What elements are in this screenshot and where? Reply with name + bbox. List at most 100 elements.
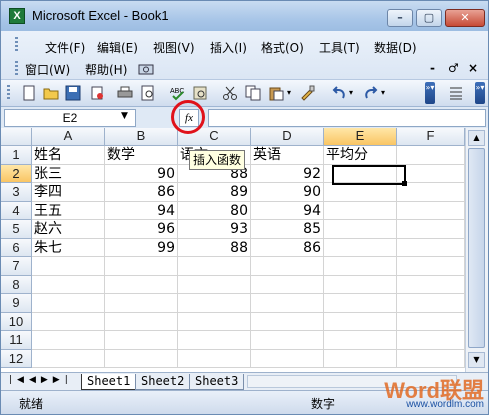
scroll-up-arrow[interactable]: ▲ bbox=[468, 130, 485, 146]
cell-B7[interactable] bbox=[105, 257, 178, 276]
doc-close-button[interactable]: × bbox=[468, 61, 478, 75]
cell-B4[interactable]: 94 bbox=[105, 201, 178, 220]
cell-F4[interactable] bbox=[397, 201, 465, 220]
menu-file[interactable]: 文件(F) bbox=[45, 39, 85, 56]
cell-A4[interactable]: 王五 bbox=[32, 201, 105, 220]
cell-F2[interactable] bbox=[397, 164, 465, 183]
formula-input[interactable] bbox=[208, 109, 486, 127]
cell-E3[interactable] bbox=[324, 183, 397, 202]
redo-icon[interactable] bbox=[363, 85, 379, 101]
cell-D6[interactable]: 86 bbox=[251, 238, 324, 257]
menubar-grip[interactable] bbox=[15, 37, 18, 53]
cell-E7[interactable] bbox=[324, 257, 397, 276]
cut-icon[interactable] bbox=[222, 85, 238, 101]
menu-view[interactable]: 视图(V) bbox=[153, 39, 195, 56]
cell-E8[interactable] bbox=[324, 275, 397, 294]
column-header-E[interactable]: E bbox=[324, 128, 397, 146]
spelling-icon[interactable]: ABC bbox=[170, 85, 186, 101]
cell-F6[interactable] bbox=[397, 238, 465, 257]
cell-B5[interactable]: 96 bbox=[105, 220, 178, 239]
cell-D7[interactable] bbox=[251, 257, 324, 276]
row-header-10[interactable]: 10 bbox=[1, 312, 32, 331]
doc-minimize-button[interactable]: - bbox=[430, 61, 435, 75]
row-header-8[interactable]: 8 bbox=[1, 275, 32, 294]
cell-D9[interactable] bbox=[251, 294, 324, 313]
name-box-dropdown-arrow[interactable]: ▼ bbox=[121, 111, 128, 121]
cell-D4[interactable]: 94 bbox=[251, 201, 324, 220]
cell-C12[interactable] bbox=[178, 349, 251, 368]
cell-F7[interactable] bbox=[397, 257, 465, 276]
column-header-A[interactable]: A bbox=[32, 128, 105, 146]
cell-A5[interactable]: 赵六 bbox=[32, 220, 105, 239]
cell-F8[interactable] bbox=[397, 275, 465, 294]
save-icon[interactable] bbox=[65, 85, 81, 101]
cell-B9[interactable] bbox=[105, 294, 178, 313]
column-header-B[interactable]: B bbox=[105, 128, 178, 146]
cell-C10[interactable] bbox=[178, 312, 251, 331]
row-header-9[interactable]: 9 bbox=[1, 294, 32, 313]
cell-C7[interactable] bbox=[178, 257, 251, 276]
cell-B8[interactable] bbox=[105, 275, 178, 294]
cell-E5[interactable] bbox=[324, 220, 397, 239]
column-header-F[interactable]: F bbox=[397, 128, 465, 146]
cell-D11[interactable] bbox=[251, 331, 324, 350]
permission-icon[interactable] bbox=[89, 85, 105, 101]
minimize-button[interactable]: – bbox=[387, 9, 413, 27]
cell-F3[interactable] bbox=[397, 183, 465, 202]
scroll-thumb[interactable] bbox=[468, 148, 485, 348]
cell-F10[interactable] bbox=[397, 312, 465, 331]
cell-C8[interactable] bbox=[178, 275, 251, 294]
row-header-1[interactable]: 1 bbox=[1, 146, 32, 165]
research-icon[interactable] bbox=[192, 85, 208, 101]
cell-B3[interactable]: 86 bbox=[105, 183, 178, 202]
paste-icon[interactable] bbox=[268, 85, 284, 101]
cell-E10[interactable] bbox=[324, 312, 397, 331]
excel-app-icon[interactable]: X bbox=[9, 8, 25, 24]
tab-sheet2[interactable]: Sheet2 bbox=[135, 374, 191, 390]
cell-D3[interactable]: 90 bbox=[251, 183, 324, 202]
paste-dropdown-arrow[interactable]: ▾ bbox=[287, 88, 291, 97]
column-header-D[interactable]: D bbox=[251, 128, 324, 146]
cell-B12[interactable] bbox=[105, 349, 178, 368]
cell-E11[interactable] bbox=[324, 331, 397, 350]
toolbar-grip[interactable] bbox=[7, 85, 10, 101]
vertical-scrollbar[interactable]: ▲ ▼ bbox=[465, 128, 488, 372]
cell-D1[interactable]: 英语 bbox=[251, 146, 324, 165]
cell-C3[interactable]: 89 bbox=[178, 183, 251, 202]
cell-B1[interactable]: 数学 bbox=[105, 146, 178, 165]
cell-A3[interactable]: 李四 bbox=[32, 183, 105, 202]
toolbar-options-button[interactable]: »▾ bbox=[425, 82, 435, 104]
cell-C5[interactable]: 93 bbox=[178, 220, 251, 239]
doc-restore-button[interactable]: ♂ bbox=[448, 61, 459, 75]
tab-sheet3[interactable]: Sheet3 bbox=[189, 374, 245, 390]
cell-B6[interactable]: 99 bbox=[105, 238, 178, 257]
menu-help[interactable]: 帮助(H) bbox=[85, 61, 127, 78]
cell-E6[interactable] bbox=[324, 238, 397, 257]
cell-A2[interactable]: 张三 bbox=[32, 164, 105, 183]
cell-E9[interactable] bbox=[324, 294, 397, 313]
maximize-button[interactable]: ▢ bbox=[416, 9, 442, 27]
cell-C11[interactable] bbox=[178, 331, 251, 350]
cell-A8[interactable] bbox=[32, 275, 105, 294]
print-icon[interactable] bbox=[117, 85, 133, 101]
align-icon[interactable] bbox=[448, 85, 464, 101]
name-box[interactable]: E2 bbox=[4, 109, 136, 127]
select-all-corner[interactable] bbox=[1, 128, 32, 146]
close-button[interactable]: ✕ bbox=[445, 9, 485, 27]
menu-insert[interactable]: 插入(I) bbox=[210, 39, 247, 56]
cell-D5[interactable]: 85 bbox=[251, 220, 324, 239]
cell-D8[interactable] bbox=[251, 275, 324, 294]
menu-format[interactable]: 格式(O) bbox=[261, 39, 304, 56]
cell-A9[interactable] bbox=[32, 294, 105, 313]
cell-A11[interactable] bbox=[32, 331, 105, 350]
open-folder-icon[interactable] bbox=[43, 85, 59, 101]
cell-F11[interactable] bbox=[397, 331, 465, 350]
cell-F5[interactable] bbox=[397, 220, 465, 239]
cell-F9[interactable] bbox=[397, 294, 465, 313]
format-painter-icon[interactable] bbox=[299, 85, 315, 101]
copy-icon[interactable] bbox=[245, 85, 261, 101]
menu-tools[interactable]: 工具(T) bbox=[319, 39, 360, 56]
row-header-7[interactable]: 7 bbox=[1, 257, 32, 276]
undo-dropdown-arrow[interactable]: ▾ bbox=[349, 88, 353, 97]
undo-icon[interactable] bbox=[331, 85, 347, 101]
